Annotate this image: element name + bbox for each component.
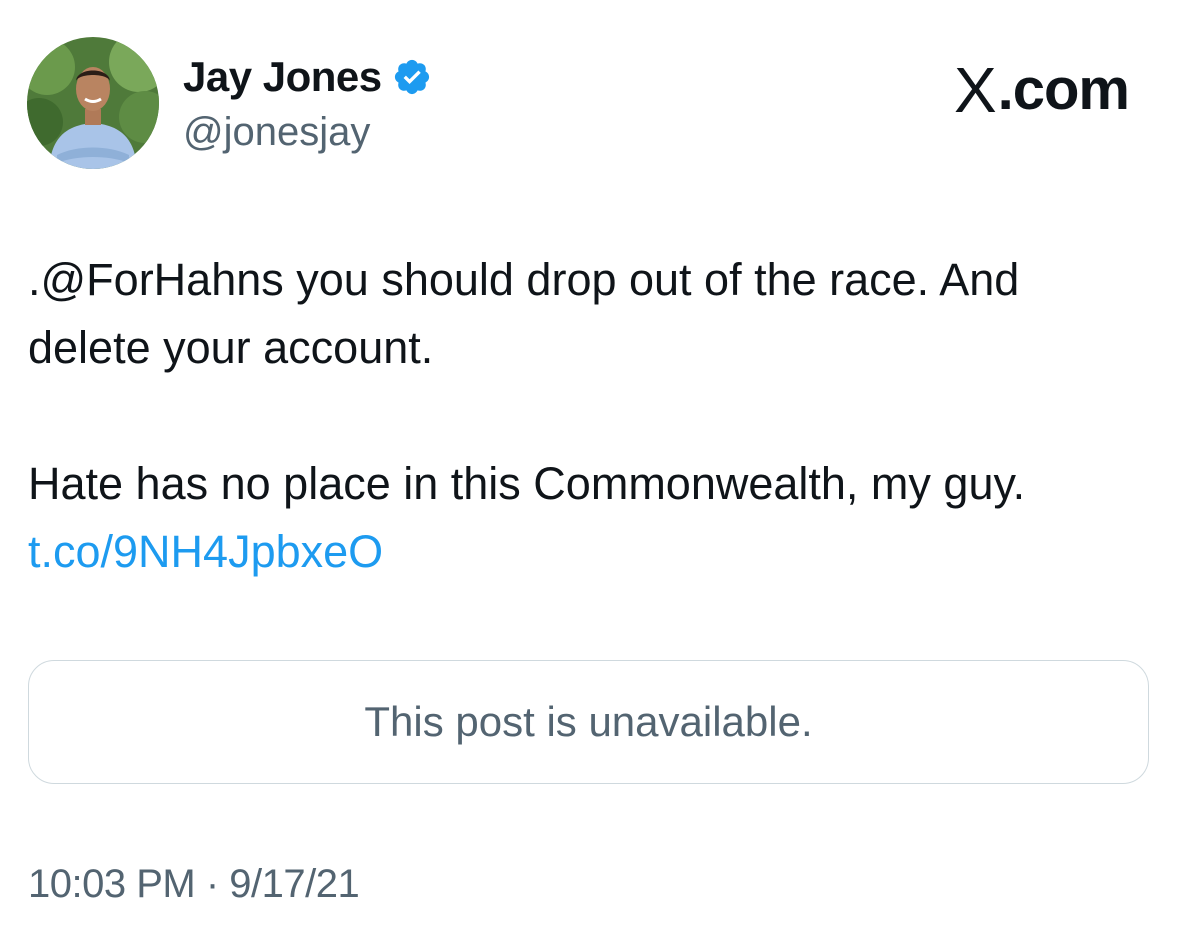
quoted-post-card[interactable]: This post is unavailable. [28,660,1149,784]
author-handle[interactable]: @jonesjay [183,108,370,156]
tweet-link[interactable]: t.co/9NH4JpbxeO [28,526,383,577]
brand-logo: X .com [953,54,1130,126]
tweet-paragraph-1: .@ForHahns you should drop out of the ra… [28,254,1020,373]
tweet-paragraph-2-text: Hate has no place in this Commonwealth, … [28,458,1026,509]
tweet-text: .@ForHahns you should drop out of the ra… [28,246,1153,586]
brand-domain: .com [997,57,1130,122]
author-name-row[interactable]: Jay Jones [183,52,432,102]
tweet-paragraph-2: Hate has no place in this Commonwealth, … [28,450,1153,586]
verified-badge-icon [392,57,432,97]
author-display-name[interactable]: Jay Jones [183,52,382,102]
post-date: 9/17/21 [229,862,360,906]
quoted-post-status: This post is unavailable. [364,698,813,745]
avatar-photo [27,37,159,169]
x-logo-icon: X [953,54,997,126]
post-timestamp[interactable]: 10:03 PM · 9/17/21 [28,860,360,908]
timestamp-separator: · [205,862,219,906]
avatar[interactable] [27,37,159,169]
post-time: 10:03 PM [28,862,196,906]
